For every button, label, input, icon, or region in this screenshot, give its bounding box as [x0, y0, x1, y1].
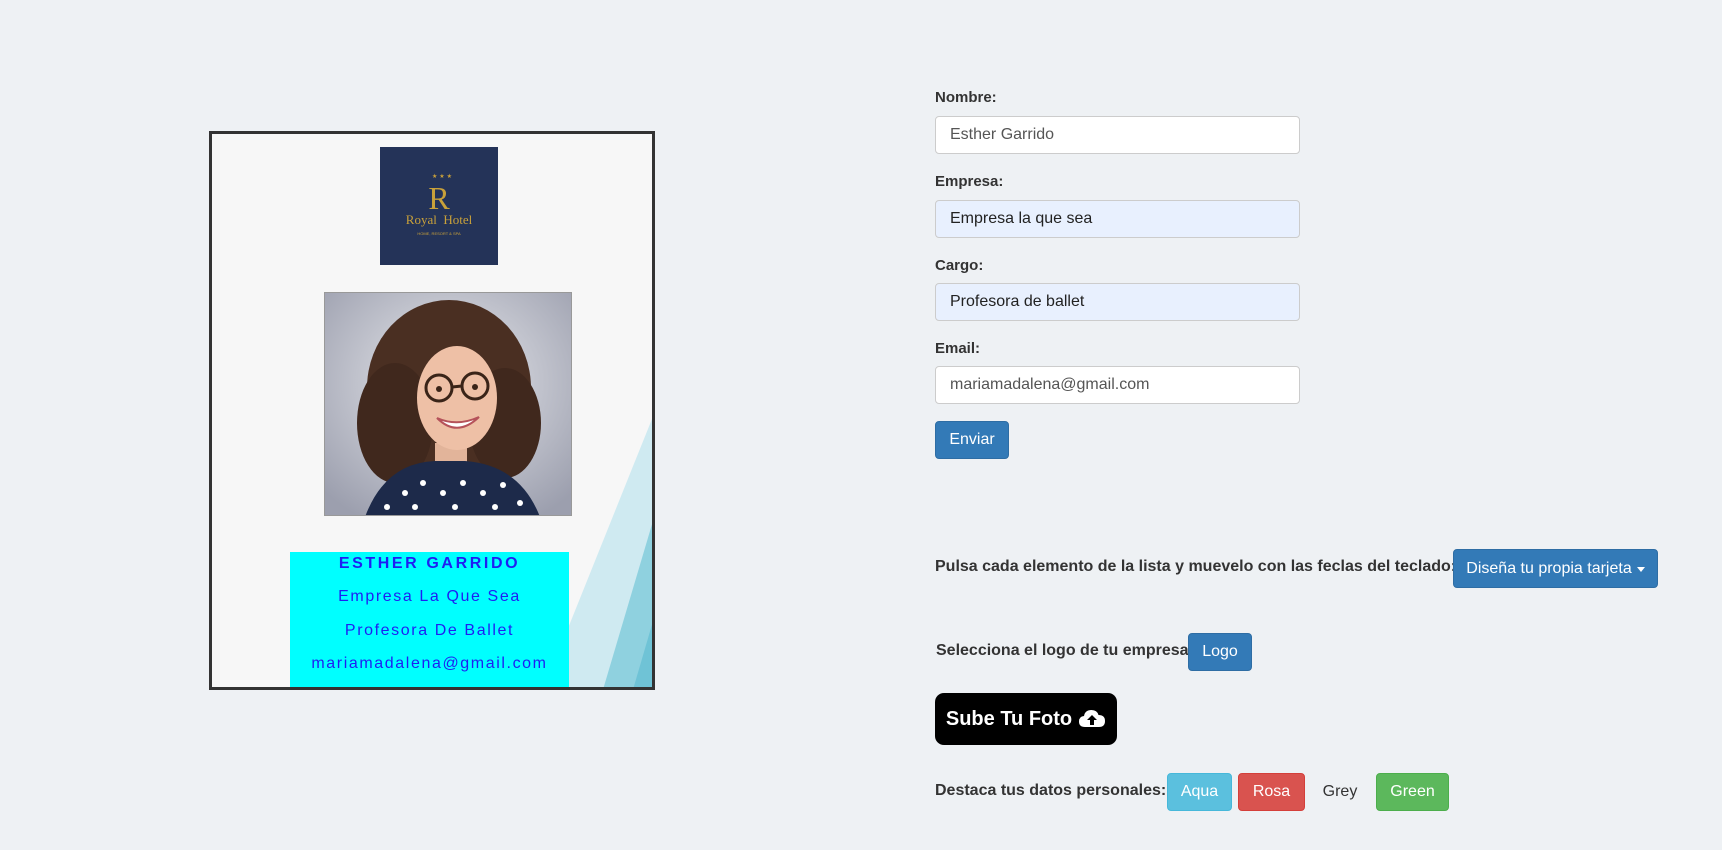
grey-color-button[interactable]: Grey: [1311, 773, 1369, 811]
logo-letter: R: [428, 180, 450, 216]
design-card-dropdown-label: Diseña tu propia tarjeta: [1466, 559, 1632, 577]
logo-button[interactable]: Logo: [1188, 633, 1252, 671]
nombre-label: Nombre:: [935, 89, 997, 106]
nombre-input[interactable]: [935, 116, 1300, 154]
logo-tagline: HOME, RESORT & SPA: [417, 231, 461, 236]
card-company[interactable]: Empresa La Que Sea: [290, 588, 569, 606]
upload-photo-button[interactable]: Sube Tu Foto: [935, 693, 1117, 745]
empresa-input[interactable]: [935, 200, 1300, 238]
aqua-color-button[interactable]: Aqua: [1167, 773, 1232, 811]
rosa-color-button[interactable]: Rosa: [1238, 773, 1305, 811]
email-label: Email:: [935, 340, 981, 357]
card-name[interactable]: ESTHER GARRIDO: [290, 555, 569, 573]
cloud-upload-icon: [1079, 710, 1106, 727]
cargo-label: Cargo:: [935, 257, 984, 274]
card-role[interactable]: Profesora De Ballet: [290, 622, 569, 640]
caret-down-icon: [1636, 567, 1645, 572]
svg-text:★ ★ ★: ★ ★ ★: [432, 173, 452, 180]
personal-info-block[interactable]: ESTHER GARRIDO Empresa La Que Sea Profes…: [290, 552, 569, 687]
company-logo[interactable]: ★ ★ ★ R Royal Hotel HOME, RESORT & SPA: [380, 147, 498, 265]
empresa-label: Empresa:: [935, 173, 1004, 190]
id-card-preview: ★ ★ ★ R Royal Hotel HOME, RESORT & SPA E…: [209, 131, 655, 690]
email-input[interactable]: [935, 366, 1300, 404]
upload-photo-label: Sube Tu Foto: [945, 707, 1073, 730]
profile-photo[interactable]: [324, 292, 572, 516]
highlight-instruction: Destaca tus datos personales:: [935, 782, 1167, 799]
move-instruction: Pulsa cada elemento de la lista y muevel…: [935, 558, 1457, 575]
card-email[interactable]: mariamadalena@gmail.com: [290, 655, 569, 673]
cargo-input[interactable]: [935, 283, 1300, 321]
green-color-button[interactable]: Green: [1376, 773, 1449, 811]
design-card-dropdown[interactable]: Diseña tu propia tarjeta: [1453, 549, 1658, 588]
enviar-button[interactable]: Enviar: [935, 421, 1009, 459]
logo-instruction: Selecciona el logo de tu empresa: [936, 642, 1189, 659]
logo-name: Royal Hotel: [406, 212, 473, 227]
